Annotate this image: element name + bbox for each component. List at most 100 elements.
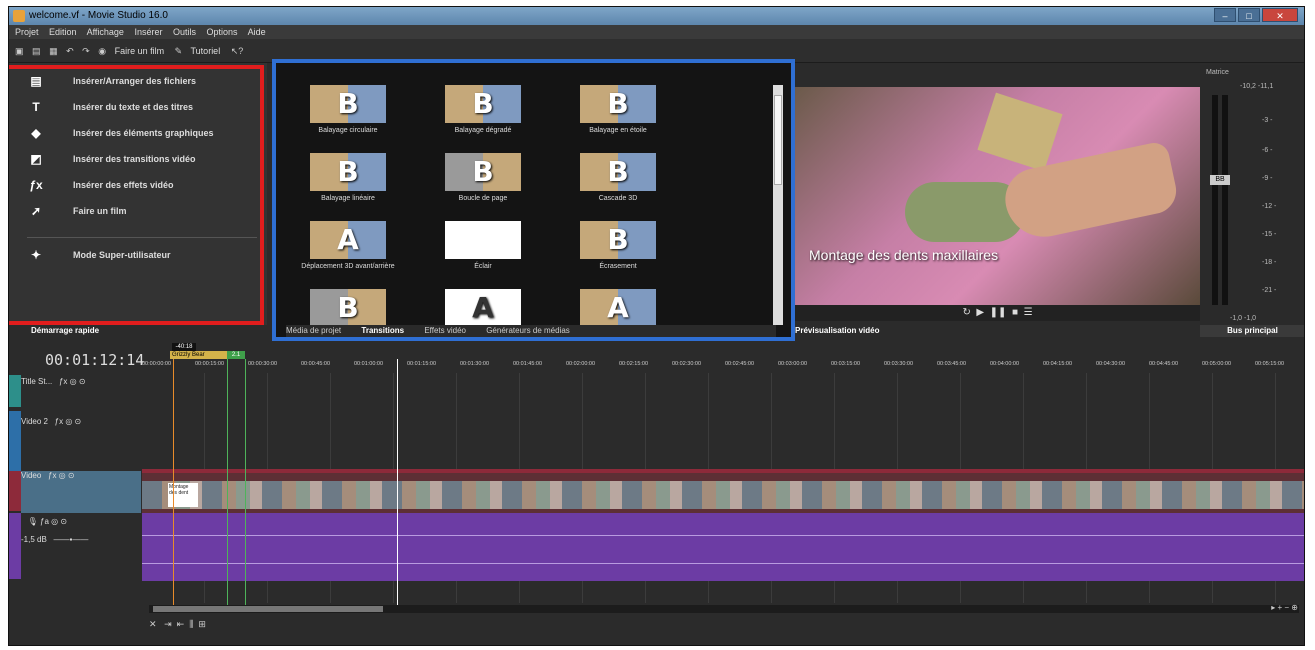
ruler-tick: 00:05:00:00 — [1202, 361, 1232, 367]
make-movie-icon[interactable]: ◉ — [98, 39, 106, 63]
transition-thumbnail: B — [580, 221, 656, 259]
marker-line — [173, 359, 174, 609]
ruler-tick: 00:04:45:00 — [1149, 361, 1179, 367]
track-header-video[interactable]: Video ƒx ◎ ⊙ — [21, 471, 141, 513]
video-preview: Montage des dents maxillaires — [795, 87, 1200, 305]
fx-icon[interactable]: ƒx ◎ ⊙ — [44, 471, 75, 480]
meter-scale-label: -12 - — [1262, 203, 1277, 210]
cut-icon[interactable]: ⫼ — [189, 619, 193, 629]
transition-thumbnail: B — [445, 153, 521, 191]
ruler-tick: 00:03:00:00 — [778, 361, 808, 367]
menu-edition[interactable]: Edition — [49, 27, 77, 37]
minimize-button[interactable]: – — [1214, 8, 1236, 22]
menu-projet[interactable]: Projet — [15, 27, 39, 37]
menu-aide[interactable]: Aide — [248, 27, 266, 37]
scroll-thumb[interactable] — [774, 95, 782, 185]
pause-icon[interactable]: ❚❚ — [990, 307, 1007, 318]
stop-icon[interactable]: ■ — [1012, 307, 1018, 318]
fx-icon[interactable]: ƒx ◎ ⊙ — [55, 377, 86, 386]
ruler-tick: 00:03:15:00 — [831, 361, 861, 367]
transition-item[interactable]: B Écrasement — [552, 221, 692, 281]
transition-item[interactable]: B Cascade 3D — [552, 153, 692, 213]
ruler-tick: 00:04:00:00 — [990, 361, 1020, 367]
zoom-controls[interactable]: ▸ + − ⊕ — [1271, 603, 1298, 612]
transition-label: Déplacement 3D avant/arrière — [301, 263, 395, 270]
snap-icon[interactable]: ⊞ — [198, 619, 206, 629]
ruler-tick: 00:00:15:00 — [195, 361, 225, 367]
fx-icon[interactable]: ƒx ◎ ⊙ — [50, 417, 82, 426]
loop-icon[interactable]: ↻ — [962, 307, 970, 318]
tab-video-effects[interactable]: Effets vidéo — [424, 326, 466, 335]
waveform — [142, 535, 1304, 536]
marker-flag[interactable]: 2.1 — [227, 351, 245, 359]
menu-inserer[interactable]: Insérer — [134, 27, 162, 37]
track-number — [9, 471, 21, 511]
trim-icon[interactable]: ⇥ — [164, 619, 172, 629]
tab-project-media[interactable]: Média de projet — [286, 326, 341, 335]
transition-thumbnail: B — [580, 153, 656, 191]
ruler-tick: 00:01:00:00 — [354, 361, 384, 367]
transition-item[interactable]: B Boucle de page — [417, 153, 557, 213]
time-ruler[interactable]: 00:00:00:00 00:00:15:00 00:00:30:00 00:0… — [142, 359, 1304, 373]
meter-values: -10,2 -11,1 — [1240, 83, 1274, 90]
save-icon[interactable]: ▦ — [49, 39, 58, 63]
tab-media-generators[interactable]: Générateurs de médias — [486, 326, 570, 335]
loop-region[interactable]: -40:18 Grizzly Bear 2.1 — [142, 343, 272, 359]
open-folder-icon[interactable]: ▤ — [32, 39, 41, 63]
edit-tools: ✕ ⇥ ⇤ ⫼ ⊞ — [149, 619, 206, 630]
undo-icon[interactable]: ↶ — [66, 39, 74, 63]
playhead[interactable] — [397, 359, 398, 609]
redo-icon[interactable]: ↷ — [82, 39, 90, 63]
track-header-title[interactable]: Title St... ƒx ◎ ⊙ — [21, 377, 141, 386]
transitions-grid: B Balayage circulaire B Balayage dégradé… — [282, 85, 768, 325]
scroll-thumb[interactable] — [153, 606, 383, 612]
transition-item[interactable]: B Balayage circulaire — [282, 85, 422, 145]
meter-scale-label: -21 - — [1262, 287, 1277, 294]
transition-item[interactable]: B Balayage linéaire — [282, 153, 422, 213]
transition-item[interactable]: B Balayage dégradé — [417, 85, 557, 145]
track-header-video2[interactable]: Video 2 ƒx ◎ ⊙ — [21, 417, 141, 426]
video-clip[interactable]: Montage des dent — [142, 469, 1304, 513]
tab-master-bus[interactable]: Bus principal — [1200, 325, 1304, 337]
meter-scale-label: -15 - — [1262, 231, 1277, 238]
volume-slider[interactable]: ——▪—— — [49, 535, 88, 544]
waveform — [142, 563, 1304, 564]
region-marker[interactable]: Grizzly Bear — [170, 351, 230, 359]
transition-item[interactable]: A — [552, 289, 692, 325]
tab-quick-start[interactable]: Démarrage rapide — [9, 325, 139, 337]
preview-caption: Montage des dents maxillaires — [809, 247, 999, 263]
menu-outils[interactable]: Outils — [173, 27, 196, 37]
mic-icon[interactable]: 🎙 ƒa ◎ ⊙ — [21, 517, 67, 526]
tab-video-preview[interactable]: Prévisualisation vidéo — [795, 325, 905, 337]
make-movie-button[interactable]: Faire un film — [115, 46, 165, 56]
transition-item[interactable]: Éclair — [417, 221, 557, 281]
transition-item[interactable]: A Déplacement 3D avant/arrière — [282, 221, 422, 281]
help-pointer-icon[interactable]: ↖? — [231, 39, 244, 63]
tab-transitions[interactable]: Transitions — [361, 326, 404, 335]
menu-affichage[interactable]: Affichage — [87, 27, 124, 37]
tutorial-icon[interactable]: ✎ — [175, 39, 183, 63]
transition-item[interactable]: B Balayage en étoile — [552, 85, 692, 145]
volume-fader[interactable]: BB — [1210, 175, 1230, 185]
maximize-button[interactable]: □ — [1238, 8, 1260, 22]
menu-options[interactable]: Options — [207, 27, 238, 37]
audio-clip[interactable] — [142, 513, 1304, 581]
menu-icon[interactable]: ☰ — [1024, 307, 1033, 318]
close-button[interactable]: ✕ — [1262, 8, 1298, 22]
transitions-scrollbar[interactable] — [773, 85, 783, 325]
transition-item[interactable]: B — [282, 289, 422, 325]
transition-thumbnail: A — [445, 289, 521, 325]
ruler-tick: 00:00:45:00 — [301, 361, 331, 367]
split-icon[interactable]: ⇤ — [177, 619, 185, 629]
meter-scale-label: -9 - — [1262, 175, 1273, 182]
timeline-scrollbar[interactable] — [149, 605, 1299, 613]
tutorial-button[interactable]: Tutoriel — [191, 46, 221, 56]
highlight-frame-red — [9, 65, 264, 325]
transition-item[interactable]: A — [417, 289, 557, 325]
transition-thumbnail: B — [310, 153, 386, 191]
delete-icon[interactable]: ✕ — [149, 619, 157, 629]
new-file-icon[interactable]: ▣ — [15, 39, 24, 63]
play-icon[interactable]: ▶ — [976, 307, 984, 318]
meter-bar-right — [1222, 95, 1228, 305]
track-header-audio[interactable]: 🎙 ƒa ◎ ⊙ -1,5 dB ——▪—— — [21, 517, 141, 544]
